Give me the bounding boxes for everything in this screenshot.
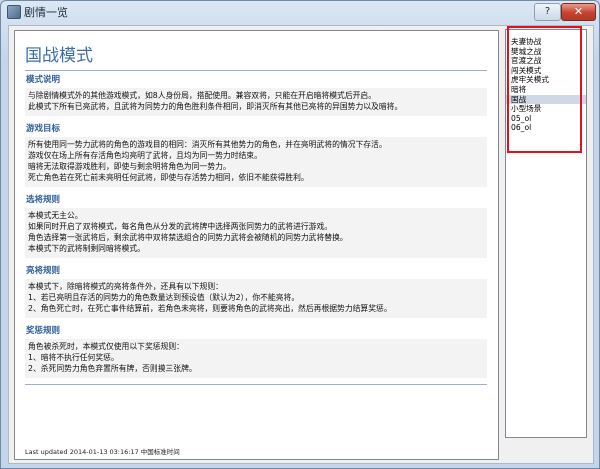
section-text: 角色被杀死时，本模式仅使用以下奖惩规则： 1、暗将不执行任何奖惩。 2、杀死同势… <box>25 339 487 378</box>
text-line: 游戏仅在场上所有存活角色均亮明了武将，且均为同一势力时结束。 <box>28 151 262 160</box>
text-line: 此模式下所有已亮武将，且武将为同势力的角色胜利条件相同，即消灭所有其他已亮将的异… <box>28 102 403 111</box>
text-line: 本模式无主公。 <box>28 211 83 220</box>
title-bar[interactable]: 剧情一览 ? ✕ <box>1 1 599 22</box>
section-reward-rules: 奖惩规则 角色被杀死时，本模式仅使用以下奖惩规则： 1、暗将不执行任何奖惩。 2… <box>25 324 487 378</box>
page-title: 国战模式 <box>25 46 93 66</box>
section-mode-description: 模式说明 与除剧情模式外的其他游戏模式，如8人身份局，搭配使用。兼容双将，只能在… <box>25 73 487 116</box>
text-line: 死亡角色若在死亡前未亮明任何武将，即使与存活势力相同，依旧不能获得胜利。 <box>28 173 309 182</box>
text-line: 如果同时开启了双将模式，每名角色从分发的武将牌中选择两张同势力的武将进行游戏。 <box>28 222 333 231</box>
document-view[interactable]: 国战模式 模式说明 与除剧情模式外的其他游戏模式，如8人身份局，搭配使用。兼容双… <box>14 30 499 460</box>
document-body: 国战模式 模式说明 与除剧情模式外的其他游戏模式，如8人身份局，搭配使用。兼容双… <box>25 35 487 385</box>
text-line: 与除剧情模式外的其他游戏模式，如8人身份局，搭配使用。兼容双将，只能在开启暗将模… <box>28 91 377 100</box>
app-icon <box>7 5 21 19</box>
help-button[interactable]: ? <box>534 3 561 21</box>
text-line: 暗将无法取得游戏胜利，即使与剩余明将角色为同一势力。 <box>28 162 231 171</box>
text-line: 1、若已亮明且存活的同势力的角色数量达到预设值（默认为2），你不能亮将。 <box>28 293 300 302</box>
text-line: 2、杀死同势力角色弃置所有牌，否则摸三张牌。 <box>28 364 197 373</box>
section-text: 本模式下，除暗将模式的亮将条件外，还具有以下规则： 1、若已亮明且存活的同势力的… <box>25 279 487 318</box>
section-heading: 模式说明 <box>26 75 61 85</box>
section-heading: 奖惩规则 <box>26 326 61 336</box>
app-window: 剧情一览 ? ✕ 国战模式 模式说明 与除剧情模式外的其他游戏模式，如8人身份局… <box>0 0 600 469</box>
section-heading: 亮将规则 <box>26 266 61 276</box>
section-general-selection: 选将规则 本模式无主公。 如果同时开启了双将模式，每名角色从分发的武将牌中选择两… <box>25 193 487 258</box>
section-game-goal: 游戏目标 所有使用同一势力武将的角色的游戏目的相同：消灭所有其他势力的角色，并在… <box>25 122 487 187</box>
text-line: 本模式下的武将制剩同暗将模式。 <box>28 244 145 253</box>
bottom-divider <box>25 384 487 385</box>
text-line: 1、暗将不执行任何奖惩。 <box>28 353 119 362</box>
section-reveal-rules: 亮将规则 本模式下，除暗将模式的亮将条件外，还具有以下规则： 1、若已亮明且存活… <box>25 264 487 318</box>
close-button[interactable]: ✕ <box>561 3 596 21</box>
last-updated-text: Last updated 2014-01-13 03:16:17 中国标准时间 <box>25 448 180 456</box>
text-line: 所有使用同一势力武将的角色的游戏目的相同：消灭所有其他势力的角色，并在亮明武将的… <box>28 140 387 149</box>
text-line: 2、角色死亡时，在死亡事件结算前，若角色未亮将，则要将角色的武将亮出，然后再根据… <box>28 304 392 313</box>
text-line: 本模式下，除暗将模式的亮将条件外，还具有以下规则： <box>28 282 223 291</box>
window-title: 剧情一览 <box>24 6 68 19</box>
title-divider <box>25 70 487 71</box>
section-heading: 游戏目标 <box>26 124 61 134</box>
red-highlight-annotation <box>507 26 582 153</box>
section-text: 本模式无主公。 如果同时开启了双将模式，每名角色从分发的武将牌中选择两张同势力的… <box>25 208 487 258</box>
section-text: 与除剧情模式外的其他游戏模式，如8人身份局，搭配使用。兼容双将，只能在开启暗将模… <box>25 88 487 116</box>
section-heading: 选将规则 <box>26 195 61 205</box>
text-line: 角色被杀死时，本模式仅使用以下奖惩规则： <box>28 342 184 351</box>
text-line: 角色选择第一张武将后，剩余武将中双将禁选组合的同势力武将会被随机的同势力武将替换… <box>28 233 348 242</box>
section-text: 所有使用同一势力武将的角色的游戏目的相同：消灭所有其他势力的角色，并在亮明武将的… <box>25 137 487 187</box>
